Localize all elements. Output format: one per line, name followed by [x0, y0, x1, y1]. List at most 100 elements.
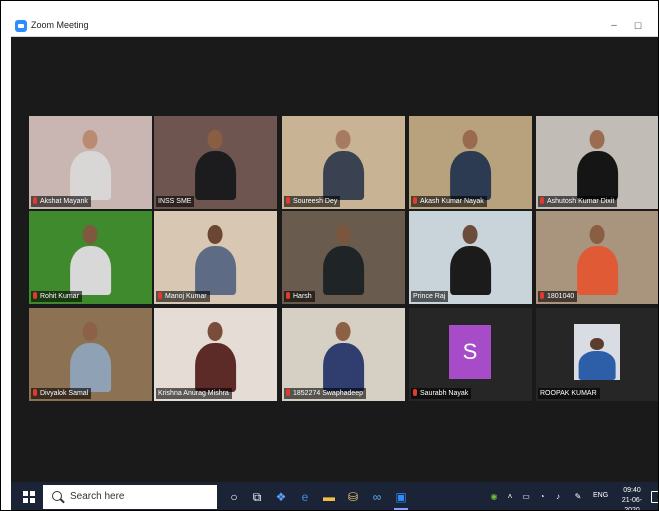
participant-figure: [576, 224, 619, 295]
participant-tile[interactable]: Rohit Kumar: [29, 211, 152, 304]
zoom-logo-icon: [15, 20, 27, 32]
volume-icon[interactable]: ♪: [553, 492, 563, 502]
zoom-icon[interactable]: ▣: [393, 489, 409, 510]
participant-tile[interactable]: Soureesh Dey: [282, 116, 405, 209]
store-icon[interactable]: ⛁: [345, 489, 361, 505]
head: [335, 224, 352, 245]
participant-name-label: Prince Raj: [413, 293, 446, 300]
participant-tile[interactable]: Akash Kumar Nayak: [409, 116, 532, 209]
app-tray-icon[interactable]: ◉: [489, 492, 499, 502]
participant-tile[interactable]: Divyalok Samal: [29, 308, 152, 401]
torso: [576, 245, 619, 295]
clock-time: 09:40: [623, 487, 641, 494]
participant-figure: [576, 129, 619, 200]
torso: [322, 150, 365, 200]
document-header-fragment: [1, 1, 658, 15]
document-frame: Zoom Meeting – ☐ Akshat Mayank INSS SME So…: [0, 0, 659, 511]
participant-tile[interactable]: Prince Raj: [409, 211, 532, 304]
torso: [69, 342, 112, 392]
participant-name: Rohit Kumar: [31, 291, 82, 302]
avatar: S: [449, 325, 491, 379]
participant-name-label: Akshat Mayank: [40, 198, 88, 205]
file-explorer-icon[interactable]: ▬: [321, 489, 337, 505]
head: [207, 224, 224, 245]
participant-name-label: Divyalok Samal: [40, 390, 89, 397]
muted-mic-icon: [413, 389, 417, 396]
window-title: Zoom Meeting: [31, 20, 89, 30]
task-view-icon[interactable]: ⧉: [249, 489, 265, 505]
participant-name-label: 1852274 Swaphadeep: [293, 390, 364, 397]
torso: [69, 245, 112, 295]
notification-icon[interactable]: [651, 491, 658, 503]
muted-mic-icon: [286, 197, 290, 204]
participant-name-label: Akash Kumar Nayak: [420, 198, 484, 205]
start-button[interactable]: [23, 491, 35, 503]
maximize-button[interactable]: ☐: [631, 19, 645, 33]
search-icon: [52, 491, 62, 501]
torso: [578, 350, 616, 380]
taskbar-clock[interactable]: 09:40 21-06-2020: [617, 486, 647, 510]
participant-name: Saurabh Nayak: [411, 388, 472, 399]
participant-name-label: Soureesh Dey: [293, 198, 338, 205]
participant-tile[interactable]: Ashutosh Kumar Dixit: [536, 116, 658, 209]
participant-tile[interactable]: INSS SME: [154, 116, 277, 209]
zoom-window: Zoom Meeting – ☐ Akshat Mayank INSS SME So…: [11, 16, 658, 510]
participant-tile[interactable]: Akshat Mayank: [29, 116, 152, 209]
head: [589, 129, 606, 150]
search-placeholder: Search here: [70, 491, 125, 502]
torso: [194, 245, 237, 295]
participant-name-label: 1801040: [547, 293, 575, 300]
participant-figure: [194, 129, 237, 200]
infinity-icon[interactable]: ∞: [369, 489, 385, 505]
muted-mic-icon: [540, 292, 544, 299]
muted-mic-icon: [33, 389, 37, 396]
participant-figure: [322, 224, 365, 295]
participant-name: Prince Raj: [411, 291, 449, 302]
edge-icon[interactable]: e: [297, 489, 313, 505]
pen-icon[interactable]: ✎: [573, 492, 583, 502]
participant-tile[interactable]: Krishna Anurag Mishra: [154, 308, 277, 401]
torso: [449, 150, 492, 200]
torso: [322, 245, 365, 295]
participant-figure: [69, 321, 112, 392]
participant-name-label: Krishna Anurag Mishra: [158, 390, 229, 397]
head: [82, 129, 99, 150]
participant-name-label: Rohit Kumar: [40, 293, 79, 300]
participant-figure: [578, 338, 616, 380]
participant-name: ROOPAK KUMAR: [538, 388, 600, 399]
head: [335, 129, 352, 150]
participant-figure: [69, 224, 112, 295]
torso: [194, 150, 237, 200]
language-indicator[interactable]: ENG: [593, 492, 608, 499]
minimize-button[interactable]: –: [607, 19, 621, 33]
participant-figure: [449, 129, 492, 200]
participant-tile[interactable]: 1801040: [536, 211, 658, 304]
windows-taskbar: Search here ○ ⧉ ❖ e ▬ ⛁ ∞ ▣ ◉ ˄ ▭ ◔ ♪ ✎ …: [11, 482, 658, 510]
head: [462, 224, 479, 245]
participant-figure: [322, 321, 365, 392]
taskbar-search[interactable]: Search here: [43, 485, 217, 509]
participant-figure: [194, 224, 237, 295]
participant-tile[interactable]: S Saurabh Nayak: [409, 308, 532, 401]
dropbox-icon[interactable]: ❖: [273, 489, 289, 505]
participant-tile[interactable]: 1852274 Swaphadeep: [282, 308, 405, 401]
participant-figure: [449, 224, 492, 295]
participant-name: Divyalok Samal: [31, 388, 92, 399]
participant-name-label: ROOPAK KUMAR: [540, 390, 597, 397]
chevron-up-icon[interactable]: ˄: [505, 492, 515, 502]
participant-name: 1852274 Swaphadeep: [284, 388, 367, 399]
participant-name: Ashutosh Kumar Dixit: [538, 196, 618, 207]
participant-tile[interactable]: Manoj Kumar: [154, 211, 277, 304]
torso: [449, 245, 492, 295]
muted-mic-icon: [286, 389, 290, 396]
participant-tile[interactable]: Harsh: [282, 211, 405, 304]
cortana-icon[interactable]: ○: [226, 489, 242, 505]
participant-tile[interactable]: ROOPAK KUMAR: [536, 308, 658, 401]
battery-icon[interactable]: ▭: [521, 492, 531, 502]
wifi-icon[interactable]: ◔: [537, 492, 547, 502]
muted-mic-icon: [286, 292, 290, 299]
torso: [576, 150, 619, 200]
title-bar: Zoom Meeting – ☐: [11, 16, 658, 37]
torso: [322, 342, 365, 392]
participant-figure: [69, 129, 112, 200]
